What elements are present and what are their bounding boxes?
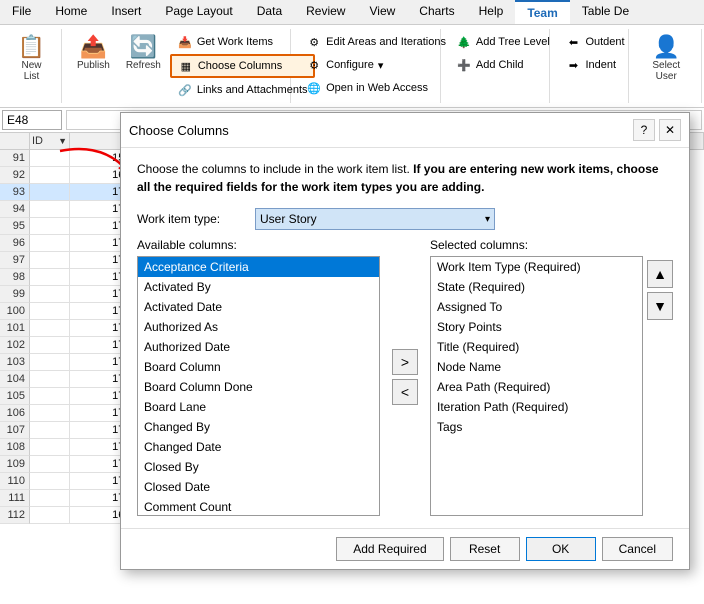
work-item-type-caret: ▾: [485, 214, 490, 225]
columns-area: Available columns: Acceptance CriteriaAc…: [137, 238, 673, 516]
dialog-description: Choose the columns to include in the wor…: [137, 160, 673, 196]
dialog-footer: Add Required Reset OK Cancel: [121, 528, 689, 569]
reset-button[interactable]: Reset: [450, 537, 520, 561]
work-item-type-label: Work item type:: [137, 212, 247, 226]
add-required-button[interactable]: Add Required: [336, 537, 443, 561]
available-column-item[interactable]: Authorized Date: [138, 337, 379, 357]
dialog-title: Choose Columns: [129, 123, 229, 138]
work-item-type-row: Work item type: User Story ▾: [137, 208, 673, 230]
work-item-type-select[interactable]: User Story ▾: [255, 208, 495, 230]
dialog-title-bar: Choose Columns ? ✕: [121, 113, 689, 148]
selected-column-item[interactable]: Iteration Path (Required): [431, 397, 642, 417]
move-left-button[interactable]: <: [392, 379, 418, 405]
move-right-button[interactable]: >: [392, 349, 418, 375]
selected-column-item[interactable]: State (Required): [431, 277, 642, 297]
cancel-button[interactable]: Cancel: [602, 537, 673, 561]
selected-column-item[interactable]: Assigned To: [431, 297, 642, 317]
available-column-item[interactable]: Board Column: [138, 357, 379, 377]
dialog-desc-text1: Choose the columns to include in the wor…: [137, 162, 410, 176]
ok-button[interactable]: OK: [526, 537, 596, 561]
available-column-item[interactable]: Closed By: [138, 457, 379, 477]
selected-columns-list[interactable]: Work Item Type (Required)State (Required…: [430, 256, 643, 516]
available-column-item[interactable]: Closed Date: [138, 477, 379, 497]
dialog-title-controls: ? ✕: [633, 119, 681, 141]
move-up-button[interactable]: ▲: [647, 260, 673, 288]
dialog-close-button[interactable]: ✕: [659, 119, 681, 141]
move-down-button[interactable]: ▼: [647, 292, 673, 320]
selected-column-item[interactable]: Node Name: [431, 357, 642, 377]
dialog-help-button[interactable]: ?: [633, 119, 655, 141]
available-column-item[interactable]: Board Column Done: [138, 377, 379, 397]
available-columns-list[interactable]: Acceptance CriteriaActivated ByActivated…: [137, 256, 380, 516]
choose-columns-dialog: Choose Columns ? ✕ Choose the columns to…: [120, 112, 690, 570]
work-item-type-value: User Story: [260, 212, 317, 226]
available-column-item[interactable]: Changed By: [138, 417, 379, 437]
selected-column-item[interactable]: Tags: [431, 417, 642, 437]
available-column-item[interactable]: Board Lane: [138, 397, 379, 417]
dialog-overlay: Choose Columns ? ✕ Choose the columns to…: [0, 0, 704, 604]
selected-column-item[interactable]: Area Path (Required): [431, 377, 642, 397]
available-columns-container: Available columns: Acceptance CriteriaAc…: [137, 238, 380, 516]
move-buttons-group: > <: [388, 238, 422, 516]
available-column-item[interactable]: Acceptance Criteria: [138, 257, 379, 277]
available-column-item[interactable]: Activated By: [138, 277, 379, 297]
available-columns-label: Available columns:: [137, 238, 380, 252]
selected-column-item[interactable]: Story Points: [431, 317, 642, 337]
up-down-buttons: ▲ ▼: [647, 256, 673, 516]
selected-column-item[interactable]: Work Item Type (Required): [431, 257, 642, 277]
available-column-item[interactable]: Changed Date: [138, 437, 379, 457]
available-column-item[interactable]: Comment Count: [138, 497, 379, 516]
available-column-item[interactable]: Authorized As: [138, 317, 379, 337]
dialog-body: Choose the columns to include in the wor…: [121, 148, 689, 528]
selected-column-item[interactable]: Title (Required): [431, 337, 642, 357]
selected-columns-container: Selected columns: Work Item Type (Requir…: [430, 238, 673, 516]
available-column-item[interactable]: Activated Date: [138, 297, 379, 317]
selected-columns-label: Selected columns:: [430, 238, 673, 252]
